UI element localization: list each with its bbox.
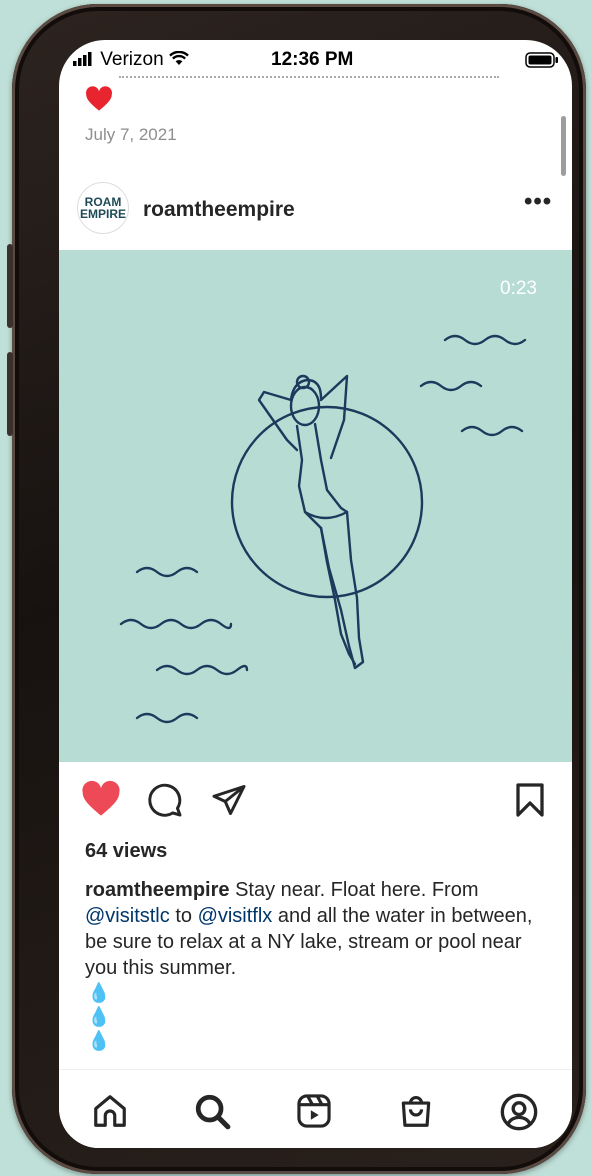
post-video[interactable]: 0:23 [59, 250, 572, 762]
carrier-label: Verizon [100, 49, 164, 70]
volume-up-button [7, 244, 13, 328]
caption-username[interactable]: roamtheempire [85, 879, 230, 901]
status-bar: Verizon 12:36 PM [59, 40, 572, 80]
like-heart-icon[interactable] [81, 780, 121, 818]
carrier: Verizon [73, 49, 189, 71]
avatar-logo-line2: EMPIRE [79, 207, 126, 221]
float-ring [230, 405, 424, 599]
post-username[interactable]: roamtheempire [143, 198, 295, 222]
comment-heart-emoji [85, 86, 113, 119]
wave [155, 664, 249, 676]
wave [135, 566, 199, 578]
profile-icon[interactable] [499, 1092, 539, 1132]
bottom-tab-bar [59, 1069, 572, 1148]
clock: 12:36 PM [271, 49, 354, 70]
heart-emoji-icon [86, 86, 112, 111]
avatar[interactable]: ROAM EMPIRE [77, 182, 129, 234]
search-icon[interactable] [193, 1092, 231, 1130]
caption-emojis: 💧 💧 💧 [87, 982, 111, 1054]
caption-text: Stay near. Float here. From [235, 879, 479, 901]
wave [460, 425, 524, 437]
home-icon[interactable] [91, 1092, 129, 1130]
more-options-button[interactable]: ••• [524, 188, 552, 216]
post-caption: roamtheempire Stay near. Float here. Fro… [85, 877, 547, 981]
wave [135, 712, 199, 724]
phone-frame: Verizon 12:36 PM July 7, 2021 ROAM EMPIR… [7, 4, 586, 1174]
water-drop-emoji: 💧 [87, 983, 111, 1004]
save-bookmark-icon[interactable] [515, 782, 545, 818]
signal-icon [73, 52, 92, 66]
comment-icon[interactable] [147, 782, 183, 818]
previous-post-date: July 7, 2021 [85, 125, 177, 144]
swimmer-illustration [119, 334, 527, 724]
video-duration: 0:23 [500, 278, 537, 299]
battery-icon [525, 52, 558, 68]
volume-down-button [7, 352, 13, 436]
post-actions [59, 780, 572, 824]
shop-icon[interactable] [397, 1092, 435, 1130]
post-header: ROAM EMPIRE roamtheempire ••• [59, 180, 572, 240]
share-paper-plane-icon[interactable] [211, 782, 247, 818]
caption-text: to [175, 905, 192, 927]
wave [119, 618, 233, 630]
wifi-icon [169, 50, 189, 65]
scrollbar[interactable] [561, 116, 566, 176]
water-drop-emoji: 💧 [87, 1031, 111, 1052]
caption-mention[interactable]: @visitstlc [85, 905, 170, 927]
previous-post-caption-cutoff [119, 76, 499, 81]
water-drop-emoji: 💧 [87, 1007, 111, 1028]
caption-mention[interactable]: @visitflx [198, 905, 273, 927]
wave [443, 334, 527, 346]
view-count[interactable]: 64 views [85, 840, 167, 863]
reels-icon[interactable] [295, 1092, 333, 1130]
wave [419, 380, 483, 392]
screen: Verizon 12:36 PM July 7, 2021 ROAM EMPIR… [59, 40, 572, 1148]
